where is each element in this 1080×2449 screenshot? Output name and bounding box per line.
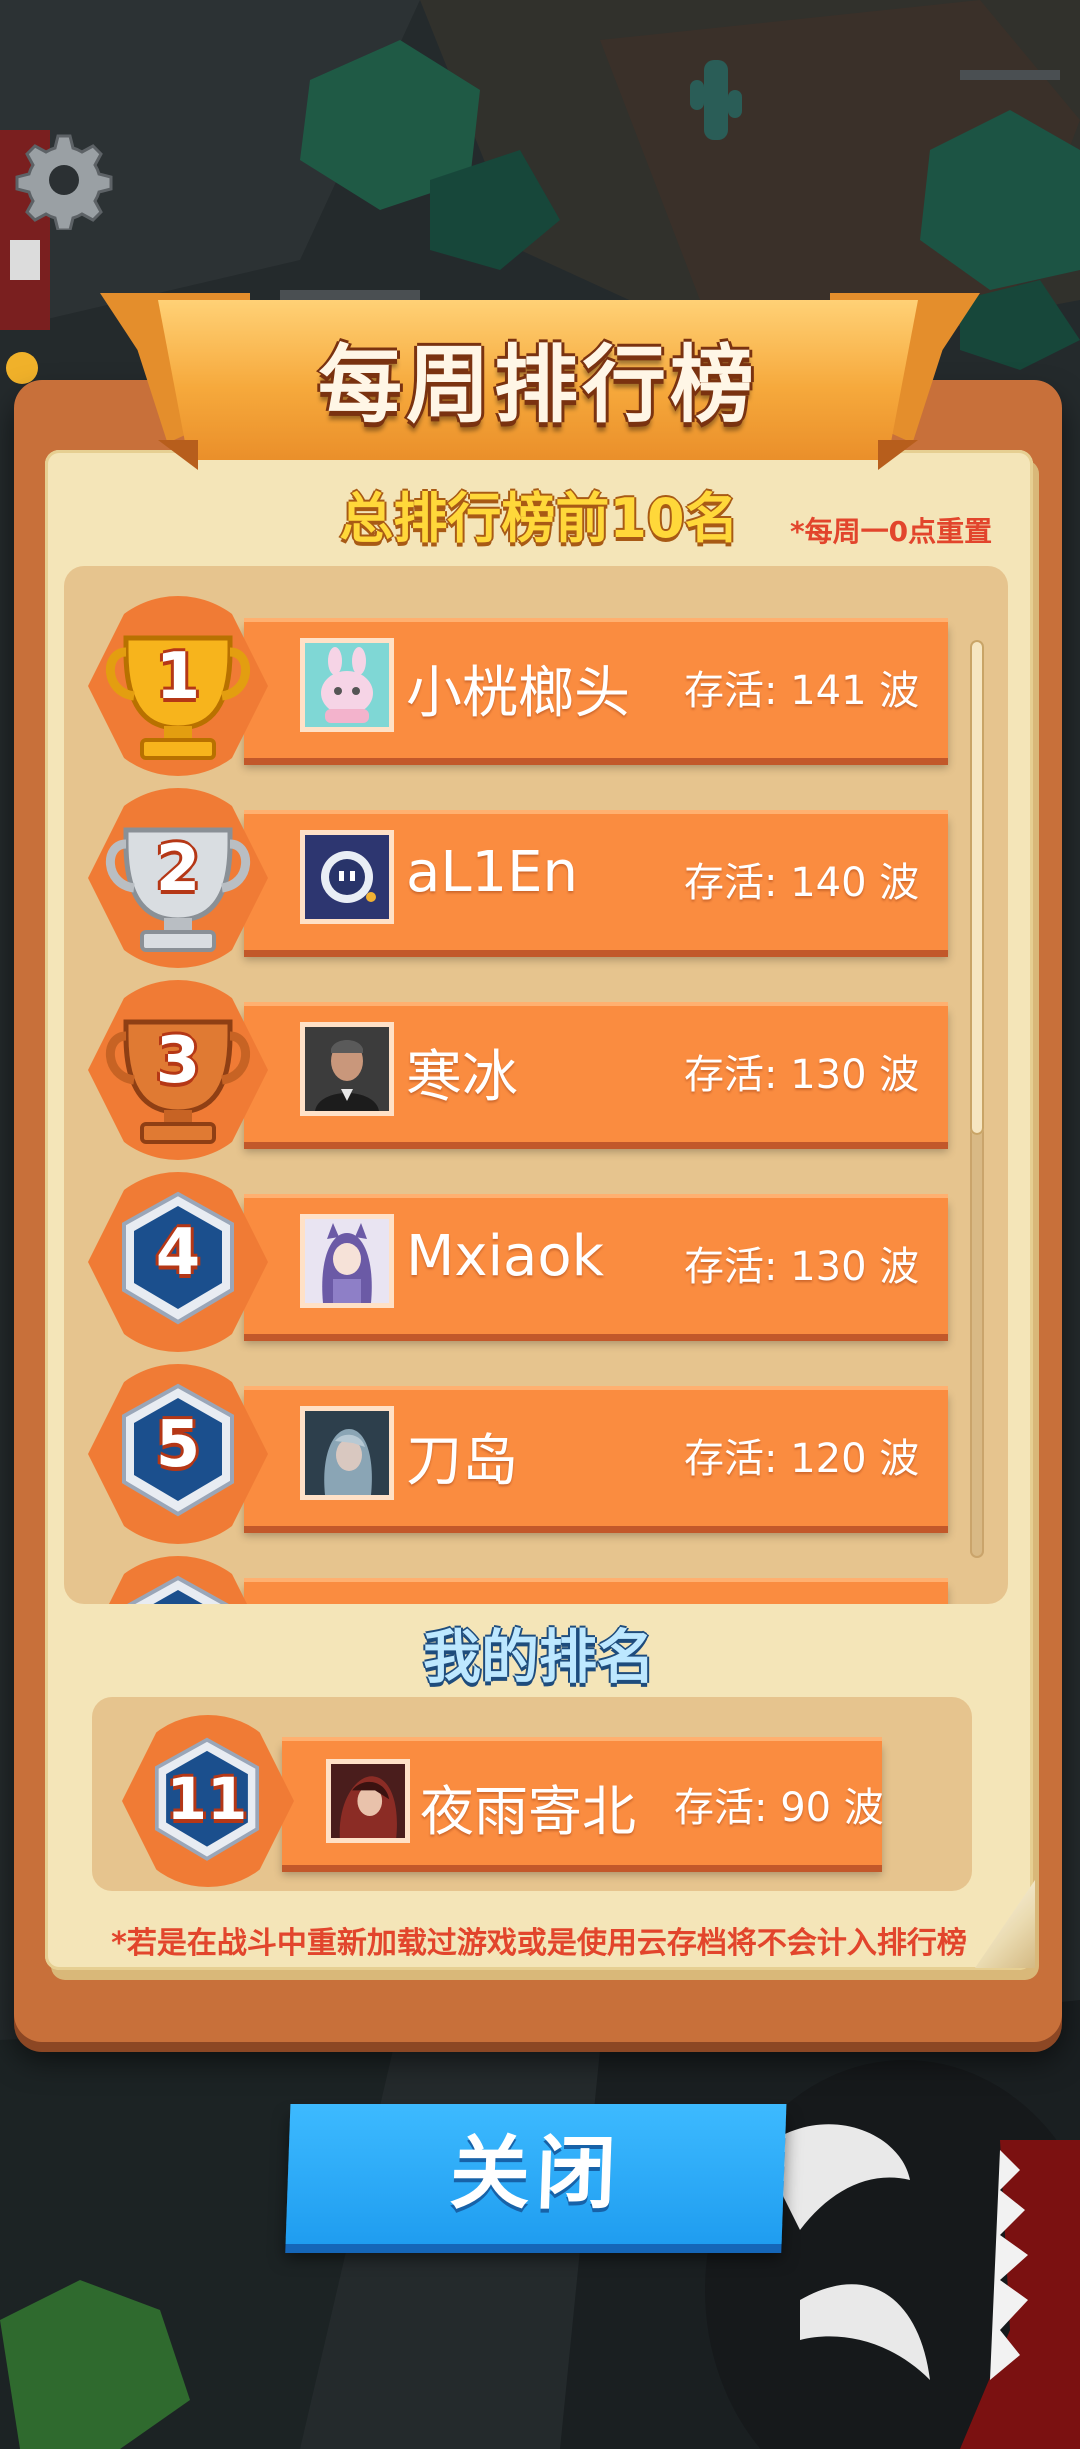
rabbit-avatar-icon (305, 643, 389, 727)
close-button[interactable]: 关闭 (285, 2104, 787, 2244)
avatar (300, 1214, 394, 1308)
leaderboard-title: 每周排行榜 (317, 336, 758, 434)
leaderboard-row: 5 刀岛 存活: 120 波 (64, 1348, 1008, 1544)
survive-waves: 存活: 90 波 (674, 1785, 884, 1831)
survive-waves: 存活: 141 波 (684, 668, 920, 714)
scrollbar-thumb[interactable] (970, 640, 984, 1135)
rank-number: 3 (155, 1024, 201, 1098)
avatar (300, 1406, 394, 1500)
survive-waves: 存活: 130 波 (684, 1244, 920, 1290)
rank-number: 2 (155, 832, 201, 906)
player-name: 刀岛 (406, 1429, 518, 1494)
my-rank-title: 我的排名 (422, 1623, 655, 1691)
row-bar (244, 1578, 948, 1604)
list-scrollbar[interactable] (970, 640, 984, 1558)
survive-waves: 存活: 140 波 (684, 860, 920, 906)
survive-waves: 存活: 120 波 (684, 1436, 920, 1482)
rank-number: 1 (155, 640, 201, 714)
rank-number: 5 (155, 1408, 201, 1482)
robot-avatar-icon (305, 835, 389, 919)
man-photo-avatar-icon (305, 1027, 389, 1111)
weekly-reset-note: *每周一0点重置 (790, 515, 993, 548)
avatar (326, 1759, 410, 1843)
my-rank-row: 11 夜雨寄北 存活: 90 波 (92, 1697, 972, 1891)
avatar (300, 830, 394, 924)
player-name: aL1En (406, 840, 579, 905)
settings-gear-icon[interactable] (14, 130, 114, 232)
player-name: 寒冰 (406, 1045, 518, 1110)
rank-number: 4 (155, 1216, 201, 1290)
rank-number: 11 (166, 1765, 248, 1833)
leaderboard-row: 3 寒冰 存活: 130 波 (64, 964, 1008, 1160)
leaderboard-row-partial (64, 1540, 1008, 1604)
hexagon-badge-icon (127, 1575, 229, 1604)
leaderboard-list[interactable]: 1 小桄榔头 存活: 141 波 2 aL1En 存活: 140 波 3 寒冰 … (64, 566, 1008, 1604)
leaderboard-row: 2 aL1En 存活: 140 波 (64, 772, 1008, 968)
survive-waves: 存活: 130 波 (684, 1052, 920, 1098)
red-character-avatar-icon (331, 1764, 405, 1838)
avatar (300, 638, 394, 732)
anime-girl-avatar-icon (305, 1219, 389, 1303)
player-name: 小桄榔头 (406, 661, 630, 726)
player-name: Mxiaok (406, 1224, 605, 1289)
player-name: 夜雨寄北 (420, 1780, 636, 1843)
cloud-save-warning: *若是在战斗中重新加载过游戏或是使用云存档将不会计入排行榜 (111, 1926, 967, 1961)
dark-character-avatar-icon (305, 1411, 389, 1495)
leaderboard-row: 1 小桄榔头 存活: 141 波 (64, 580, 1008, 776)
avatar (300, 1022, 394, 1116)
leaderboard-row: 4 Mxiaok 存活: 130 波 (64, 1156, 1008, 1352)
